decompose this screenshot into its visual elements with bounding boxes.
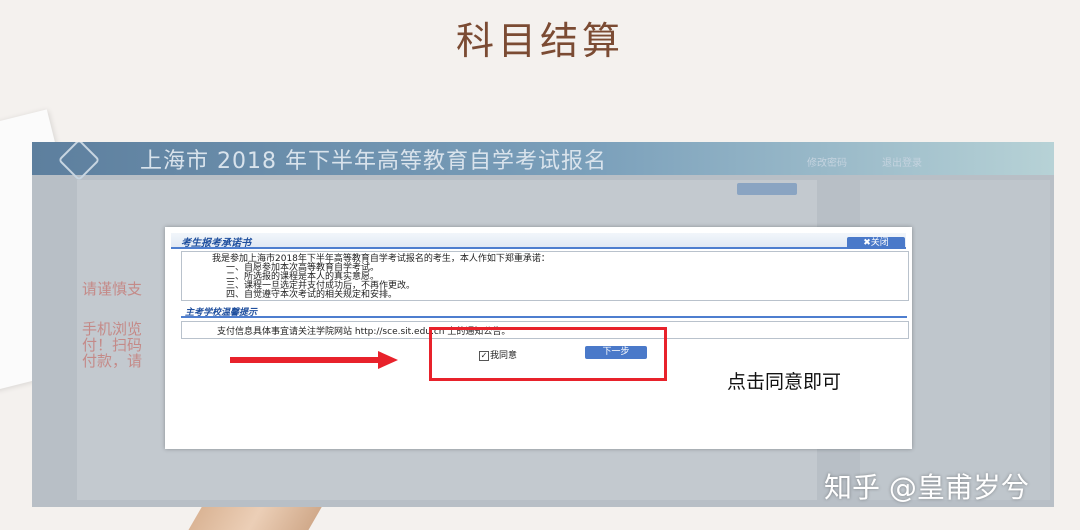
faded-warning-text: 请谨慎支 — [82, 280, 143, 298]
watermark: 知乎 @皇甫岁兮 — [824, 471, 1029, 504]
site-header: 上海市 2018 年下半年高等教育自学考试报名 修改密码 退出登录 — [32, 142, 1054, 182]
slide-title: 科目结算 — [455, 19, 624, 63]
site-title: 上海市 2018 年下半年高等教育自学考试报名 — [140, 149, 607, 174]
embedded-screenshot: 上海市 2018 年下半年高等教育自学考试报名 修改密码 退出登录 请谨慎支 手… — [32, 142, 1054, 507]
close-button[interactable]: ✖关闭 — [847, 237, 905, 249]
pledge-text-box: 我是参加上海市2018年下半年高等教育自学考试报名的考生，本人作如下郑重承诺： … — [181, 251, 909, 301]
back-button[interactable] — [737, 183, 797, 195]
highlight-box — [429, 327, 667, 381]
tips-section-header: 主考学校温馨提示 — [181, 305, 907, 318]
logout-link[interactable]: 退出登录 — [882, 154, 922, 169]
pledge-line: 四、自觉遵守本次考试的相关规定和安排。 — [226, 290, 398, 300]
dialog-title: 考生报考承诺书 — [181, 238, 251, 249]
faded-warning-text: 付款，请 — [82, 352, 143, 370]
dialog-title-bar: 考生报考承诺书 ✖关闭 — [171, 233, 906, 249]
change-password-link[interactable]: 修改密码 — [807, 154, 847, 169]
red-arrow-icon — [230, 351, 398, 369]
logo-icon — [57, 142, 101, 182]
tips-section-title: 主考学校温馨提示 — [185, 308, 258, 318]
annotation-caption: 点击同意即可 — [727, 371, 842, 393]
